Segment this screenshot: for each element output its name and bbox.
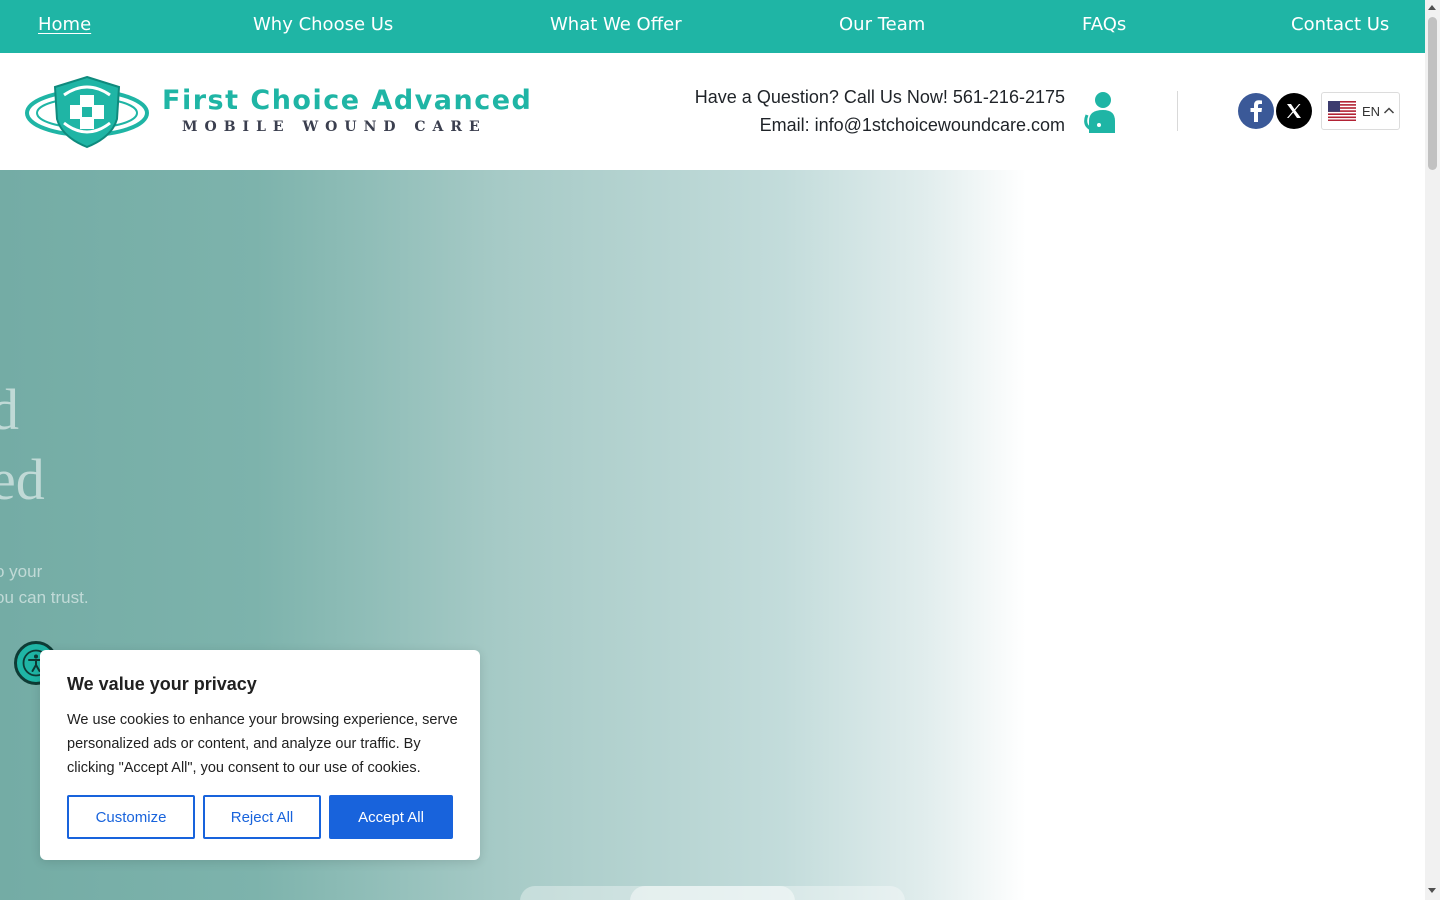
- facebook-link[interactable]: [1238, 93, 1274, 129]
- nav-what-we-offer[interactable]: What We Offer: [550, 14, 682, 35]
- x-twitter-link[interactable]: [1276, 93, 1312, 129]
- nav-home[interactable]: Home: [38, 14, 91, 35]
- hero-text-line1: o your: [0, 562, 43, 581]
- page-scrollbar[interactable]: [1425, 0, 1440, 900]
- reject-all-button[interactable]: Reject All: [203, 795, 321, 839]
- facebook-icon: [1250, 100, 1262, 122]
- cookie-consent-banner: We value your privacy We use cookies to …: [40, 650, 480, 860]
- support-person-icon: [1084, 92, 1115, 133]
- hero-button[interactable]: [630, 886, 795, 900]
- header-divider: [1177, 91, 1178, 131]
- phone-line[interactable]: Have a Question? Call Us Now! 561-216-21…: [695, 87, 1065, 108]
- chevron-up-icon: [1384, 107, 1395, 114]
- email-line[interactable]: Email: info@1stchoicewoundcare.com: [760, 115, 1065, 136]
- hero-text-line2: ou can trust.: [0, 588, 89, 607]
- logo-shield-icon[interactable]: [24, 75, 150, 149]
- nav-why-choose-us[interactable]: Why Choose Us: [253, 14, 393, 35]
- nav-our-team[interactable]: Our Team: [839, 14, 925, 35]
- customize-button[interactable]: Customize: [67, 795, 195, 839]
- scroll-thumb[interactable]: [1428, 17, 1437, 170]
- site-header: First Choice Advanced MOBILE WOUND CARE …: [0, 53, 1425, 170]
- logo-title[interactable]: First Choice Advanced: [162, 85, 532, 116]
- nav-contact-us[interactable]: Contact Us: [1291, 14, 1389, 35]
- nav-faqs[interactable]: FAQs: [1082, 14, 1126, 35]
- hero-heading-line1: d: [0, 377, 19, 442]
- scroll-down-arrow-icon[interactable]: [1428, 888, 1436, 893]
- x-icon: [1287, 104, 1301, 118]
- cookie-title: We value your privacy: [67, 674, 257, 694]
- cookie-body: We use cookies to enhance your browsing …: [67, 712, 458, 776]
- language-selector[interactable]: EN: [1321, 92, 1400, 130]
- us-flag-icon: [1328, 101, 1356, 121]
- language-label: EN: [1362, 103, 1381, 119]
- top-nav: Home Why Choose Us What We Offer Our Tea…: [0, 0, 1425, 53]
- accept-all-button[interactable]: Accept All: [329, 795, 453, 839]
- logo-subtitle: MOBILE WOUND CARE: [182, 119, 487, 135]
- hero-heading-line2: ed: [0, 447, 45, 512]
- scroll-up-arrow-icon[interactable]: [1428, 5, 1436, 10]
